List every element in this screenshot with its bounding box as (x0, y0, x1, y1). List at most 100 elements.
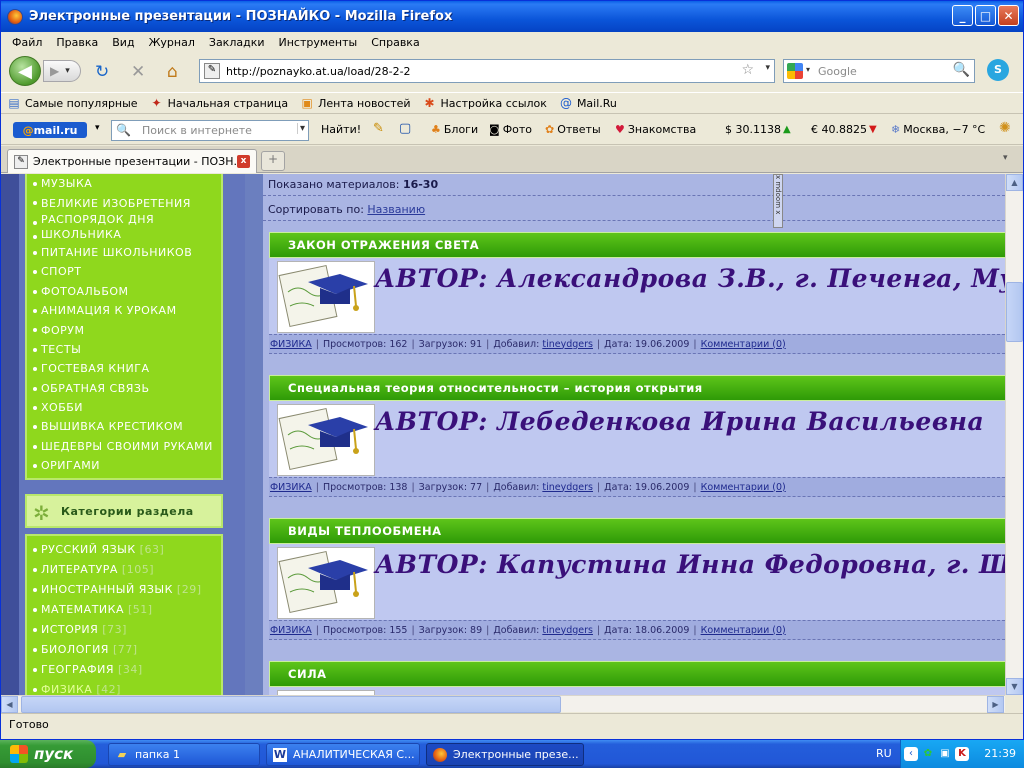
menu-file[interactable]: Файл (12, 36, 42, 49)
tab-list-icon[interactable]: ▾ (1003, 153, 1017, 167)
tab-current[interactable]: ✎ Электронные презентации - ПОЗН... x (7, 149, 257, 173)
menu-link-nutrition[interactable]: ПИТАНИЕ ШКОЛЬНИКОВ (27, 243, 221, 262)
author-link[interactable]: tineydgers (542, 482, 593, 493)
blogs-link[interactable]: ♣ Блоги (431, 123, 478, 136)
menu-link-music[interactable]: МУЗЫКА (27, 174, 221, 193)
author-link[interactable]: tineydgers (542, 625, 593, 636)
forward-button[interactable]: ▶ ▾ (43, 60, 81, 82)
search-bar[interactable]: ▾ Google 🔍 (783, 59, 975, 83)
back-button[interactable]: ◀ (9, 56, 41, 86)
vertical-scrollbar[interactable]: ▲ ▼ (1005, 174, 1023, 695)
category-literature[interactable]: ЛИТЕРАТУРА [105] (27, 559, 221, 579)
scroll-right-icon[interactable]: ▶ (987, 696, 1004, 713)
bookmark-mailru[interactable]: @ Mail.Ru (559, 96, 617, 110)
comments-link[interactable]: Комментарии (0) (701, 625, 786, 636)
category-math[interactable]: МАТЕМАТИКА [51] (27, 599, 221, 619)
horizontal-scroll-thumb[interactable] (21, 696, 561, 713)
scroll-left-icon[interactable]: ◀ (1, 696, 18, 713)
close-button[interactable]: ✕ (998, 5, 1019, 26)
scroll-up-icon[interactable]: ▲ (1006, 174, 1023, 191)
search-icon[interactable]: 🔍 (953, 62, 970, 78)
entry-title[interactable]: ЗАКОН ОТРАЖЕНИЯ СВЕТА (269, 232, 1005, 258)
menu-link-tests[interactable]: ТЕСТЫ (27, 340, 221, 359)
maximize-button[interactable]: □ (975, 5, 996, 26)
eur-rate[interactable]: € 40.8825 ▼ (811, 123, 877, 136)
search-dropdown-icon[interactable]: ▾ (296, 123, 305, 134)
ad-placeholder[interactable]: x mdoom x (773, 174, 783, 228)
menu-bookmarks[interactable]: Закладки (209, 36, 265, 49)
menu-link-schedule-cont[interactable]: ШКОЛЬНИКА (27, 227, 221, 243)
entry-title[interactable]: Специальная теория относительности – ист… (269, 375, 1005, 401)
mailru-search-input[interactable]: 🔍 Поиск в интернете ▾ (111, 120, 309, 141)
category-geography[interactable]: ГЕОГРАФИЯ [34] (27, 659, 221, 679)
category-history[interactable]: ИСТОРИЯ [73] (27, 619, 221, 639)
comments-link[interactable]: Комментарии (0) (701, 482, 786, 493)
language-indicator[interactable]: RU (876, 747, 892, 760)
bookmark-star-icon[interactable]: ☆ (741, 62, 754, 78)
presentation-thumbnail[interactable] (277, 261, 375, 333)
author-link[interactable]: tineydgers (542, 339, 593, 350)
network-icon[interactable]: ▣ (938, 747, 952, 761)
menu-link-guestbook[interactable]: ГОСТЕВАЯ КНИГА (27, 359, 221, 378)
menu-link-forum[interactable]: ФОРУМ (27, 320, 221, 339)
menu-link-animation[interactable]: АНИМАЦИЯ К УРОКАМ (27, 301, 221, 320)
bookmark-most-visited[interactable]: ▤ Самые популярные (7, 96, 137, 110)
home-icon[interactable]: ⌂ (167, 62, 178, 82)
find-button[interactable]: Найти! (321, 123, 361, 136)
taskbar-firefox[interactable]: Электронные презе... (426, 743, 584, 766)
answers-link[interactable]: ✿ Ответы (545, 123, 601, 136)
category-russian[interactable]: РУССКИЙ ЯЗЫК [63] (27, 539, 221, 559)
taskbar-folder-1[interactable]: ▰ папка 1 (108, 743, 260, 766)
clock[interactable]: 21:39 (984, 747, 1016, 760)
photo-link[interactable]: ◙ Фото (489, 123, 532, 136)
horizontal-scrollbar[interactable]: ◀ ▶ (1, 695, 1005, 713)
google-engine-icon[interactable] (787, 63, 803, 79)
new-tab-button[interactable]: + (261, 151, 285, 171)
menu-link-schedule[interactable]: РАСПОРЯДОК ДНЯ (27, 213, 221, 227)
tab-close-icon[interactable]: x (237, 155, 250, 168)
comments-link[interactable]: Комментарии (0) (701, 339, 786, 350)
menu-link-photo-album[interactable]: ФОТОАЛЬБОМ (27, 282, 221, 301)
sort-by-name-link[interactable]: Названию (367, 203, 425, 216)
menu-link-inventions[interactable]: ВЕЛИКИЕ ИЗОБРЕТЕНИЯ (27, 193, 221, 212)
stop-icon[interactable]: ✕ (131, 62, 145, 82)
url-dropdown-icon[interactable]: ▾ (765, 63, 770, 73)
taskbar-word-doc[interactable]: W АНАЛИТИЧЕСКАЯ С... (266, 743, 420, 766)
menu-help[interactable]: Справка (371, 36, 419, 49)
tray-arrow-icon[interactable]: ‹ (904, 747, 918, 761)
settings-gear-icon[interactable]: ✺ (999, 120, 1011, 136)
menu-link-cross-stitch[interactable]: ВЫШИВКА КРЕСТИКОМ (27, 417, 221, 436)
menu-link-feedback[interactable]: ОБРАТНАЯ СВЯЗЬ (27, 379, 221, 398)
presentation-thumbnail[interactable] (277, 547, 375, 619)
engine-dropdown-icon[interactable]: ▾ (806, 65, 810, 74)
url-bar[interactable]: ✎ http://poznayko.at.ua/load/28-2-2 ☆ ▾ (199, 59, 775, 83)
mailru-search-placeholder[interactable]: Поиск в интернете (142, 124, 252, 137)
skype-icon[interactable]: S (987, 59, 1009, 81)
category-biology[interactable]: БИОЛОГИЯ [77] (27, 639, 221, 659)
entry-title[interactable]: ВИДЫ ТЕПЛООБМЕНА (269, 518, 1005, 544)
category-link[interactable]: ФИЗИКА (270, 339, 312, 350)
scroll-down-icon[interactable]: ▼ (1006, 678, 1023, 695)
category-link[interactable]: ФИЗИКА (270, 625, 312, 636)
minimize-button[interactable]: _ (952, 5, 973, 26)
usd-rate[interactable]: $ 30.1138 ▲ (725, 123, 791, 136)
menu-tools[interactable]: Инструменты (279, 36, 358, 49)
vertical-scroll-thumb[interactable] (1006, 282, 1023, 342)
logo-dropdown-icon[interactable]: ▾ (95, 123, 100, 133)
mailru-logo[interactable]: @ mail.ru (13, 122, 87, 138)
entry-title[interactable]: СИЛА (269, 661, 1005, 687)
pencil-icon[interactable]: ✎ (373, 121, 384, 136)
bookmark-home-page[interactable]: ✦ Начальная страница (150, 96, 289, 110)
menu-history[interactable]: Журнал (149, 36, 195, 49)
category-link[interactable]: ФИЗИКА (270, 482, 312, 493)
url-text[interactable]: http://poznayko.at.ua/load/28-2-2 (226, 65, 411, 78)
menu-edit[interactable]: Правка (56, 36, 98, 49)
menu-link-hobby[interactable]: ХОББИ (27, 398, 221, 417)
category-physics[interactable]: ФИЗИКА [42] (27, 679, 221, 695)
menu-link-origami[interactable]: ОРИГАМИ (27, 456, 221, 475)
search-placeholder[interactable]: Google (818, 65, 857, 78)
bookmark-news-feed[interactable]: ▣ Лента новостей (300, 96, 410, 110)
weather-widget[interactable]: ❄ Москва, −7 °С (891, 123, 985, 136)
bookmark-link-settings[interactable]: ✱ Настройка ссылок (423, 96, 547, 110)
history-dropdown-icon[interactable]: ▾ (65, 66, 70, 76)
